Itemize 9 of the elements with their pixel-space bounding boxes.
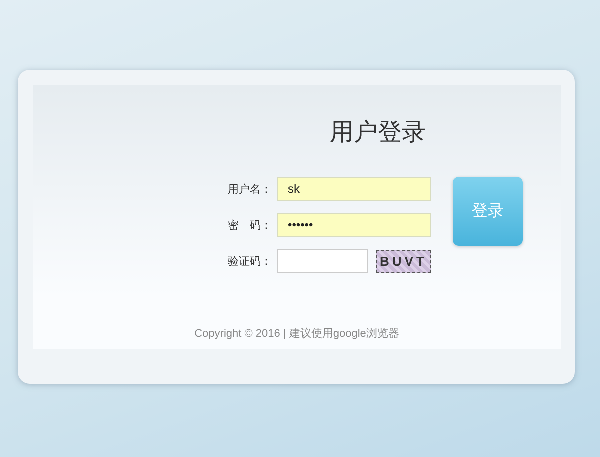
copyright-text: Copyright © 2016 | 建议使用google浏览器 xyxy=(194,326,400,341)
field-label: 验证码： xyxy=(228,254,272,268)
captcha-field[interactable] xyxy=(277,249,368,273)
input-field[interactable]: •••••• xyxy=(277,213,431,237)
field-label: 用户名： xyxy=(228,182,272,196)
input-field[interactable]: sk xyxy=(277,177,431,201)
field-label: 密 码： xyxy=(228,218,272,232)
captcha-image[interactable]: BUVT xyxy=(376,250,432,272)
page-title: 用户登录 xyxy=(330,118,426,148)
